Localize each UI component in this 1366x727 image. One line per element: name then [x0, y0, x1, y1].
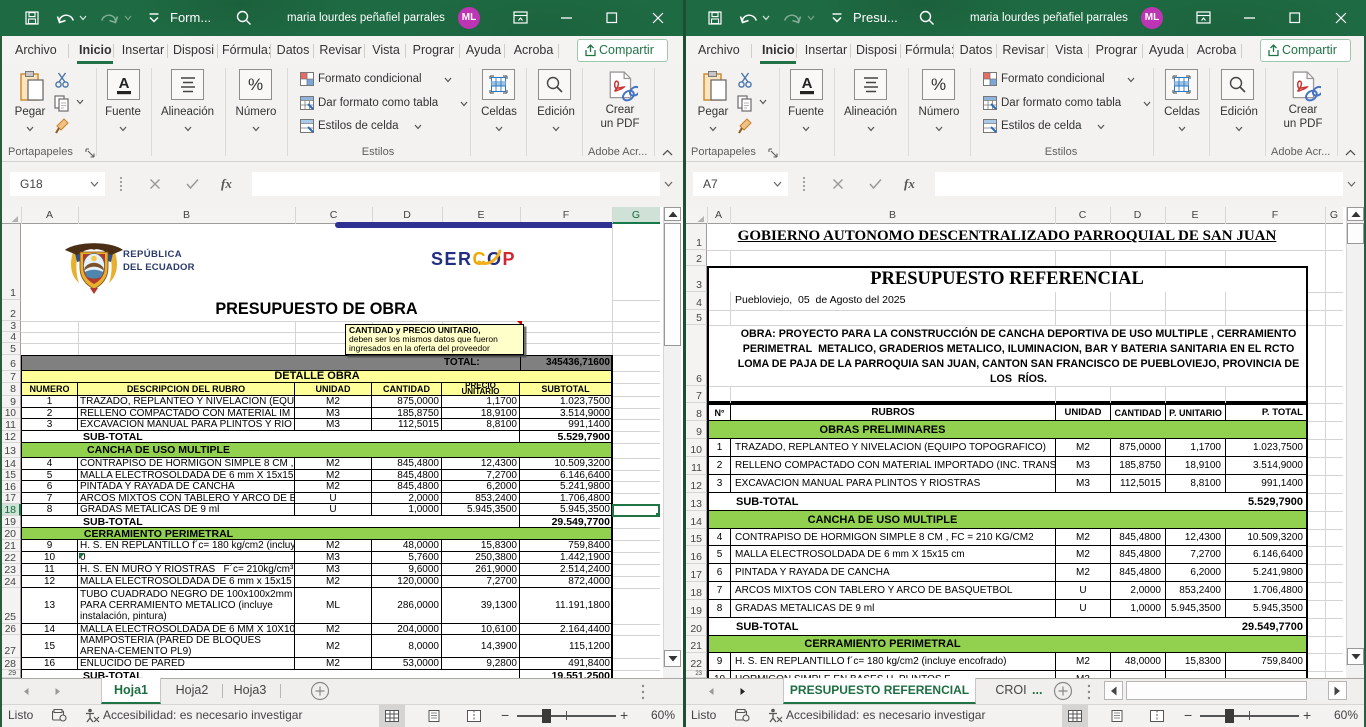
svg-text:A: A — [119, 75, 130, 92]
svg-text:A: A — [802, 75, 813, 92]
